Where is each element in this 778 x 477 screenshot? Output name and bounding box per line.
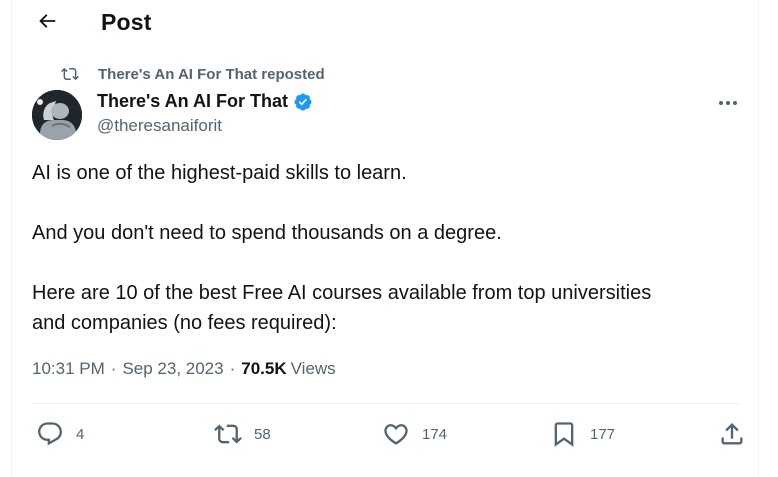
author-handle[interactable]: @theresanaiforit	[97, 116, 222, 136]
tweet-actions: 4 58 174 177	[32, 414, 743, 454]
views-count[interactable]: 70.5K	[241, 359, 286, 379]
repost-icon	[60, 64, 82, 84]
meta-separator: ·	[229, 359, 236, 378]
tweet-line: AI is one of the highest-paid skills to …	[32, 162, 407, 184]
tweet-line: and companies (no fees required):	[32, 312, 337, 334]
heart-icon	[382, 420, 410, 448]
author-name[interactable]: There's An AI For That	[97, 91, 313, 112]
post-detail-panel: Post There's An AI For That reposted The…	[11, 0, 759, 477]
bookmark-count: 177	[590, 425, 616, 443]
meta-separator: ·	[110, 359, 117, 378]
reply-button[interactable]: 4	[36, 414, 84, 454]
bookmark-icon	[550, 420, 578, 448]
repost-count: 58	[254, 425, 271, 443]
back-button[interactable]	[30, 6, 64, 40]
page-title: Post	[101, 9, 152, 35]
divider	[32, 403, 740, 404]
repost-button[interactable]: 58	[214, 414, 271, 454]
repost-indicator[interactable]: There's An AI For That reposted	[60, 64, 325, 84]
reply-icon	[36, 420, 64, 448]
reply-count: 4	[76, 425, 85, 443]
arrow-left-icon	[36, 10, 58, 37]
views-label: Views	[290, 359, 336, 378]
post-header: Post	[12, 0, 758, 46]
tweet-line: And you don't need to spend thousands on…	[32, 222, 502, 244]
avatar[interactable]	[32, 90, 82, 140]
verified-badge-icon	[293, 92, 313, 112]
tweet-line: Here are 10 of the best Free AI courses …	[32, 282, 652, 304]
tweet-text: AI is one of the highest-paid skills to …	[32, 158, 732, 338]
more-dots-icon	[718, 93, 738, 111]
bookmark-button[interactable]: 177	[550, 414, 615, 454]
repost-icon	[214, 420, 242, 448]
author-display-name: There's An AI For That	[97, 91, 288, 111]
tweet-time[interactable]: 10:31 PM	[32, 359, 105, 379]
share-icon	[718, 420, 746, 448]
tweet-date[interactable]: Sep 23, 2023	[122, 359, 223, 379]
share-button[interactable]	[718, 414, 746, 454]
like-button[interactable]: 174	[382, 414, 447, 454]
like-count: 174	[422, 425, 448, 443]
more-options-button[interactable]	[712, 90, 744, 114]
repost-label: There's An AI For That reposted	[98, 65, 325, 83]
tweet-meta: 10:31 PM · Sep 23, 2023 · 70.5K Views	[32, 359, 336, 379]
